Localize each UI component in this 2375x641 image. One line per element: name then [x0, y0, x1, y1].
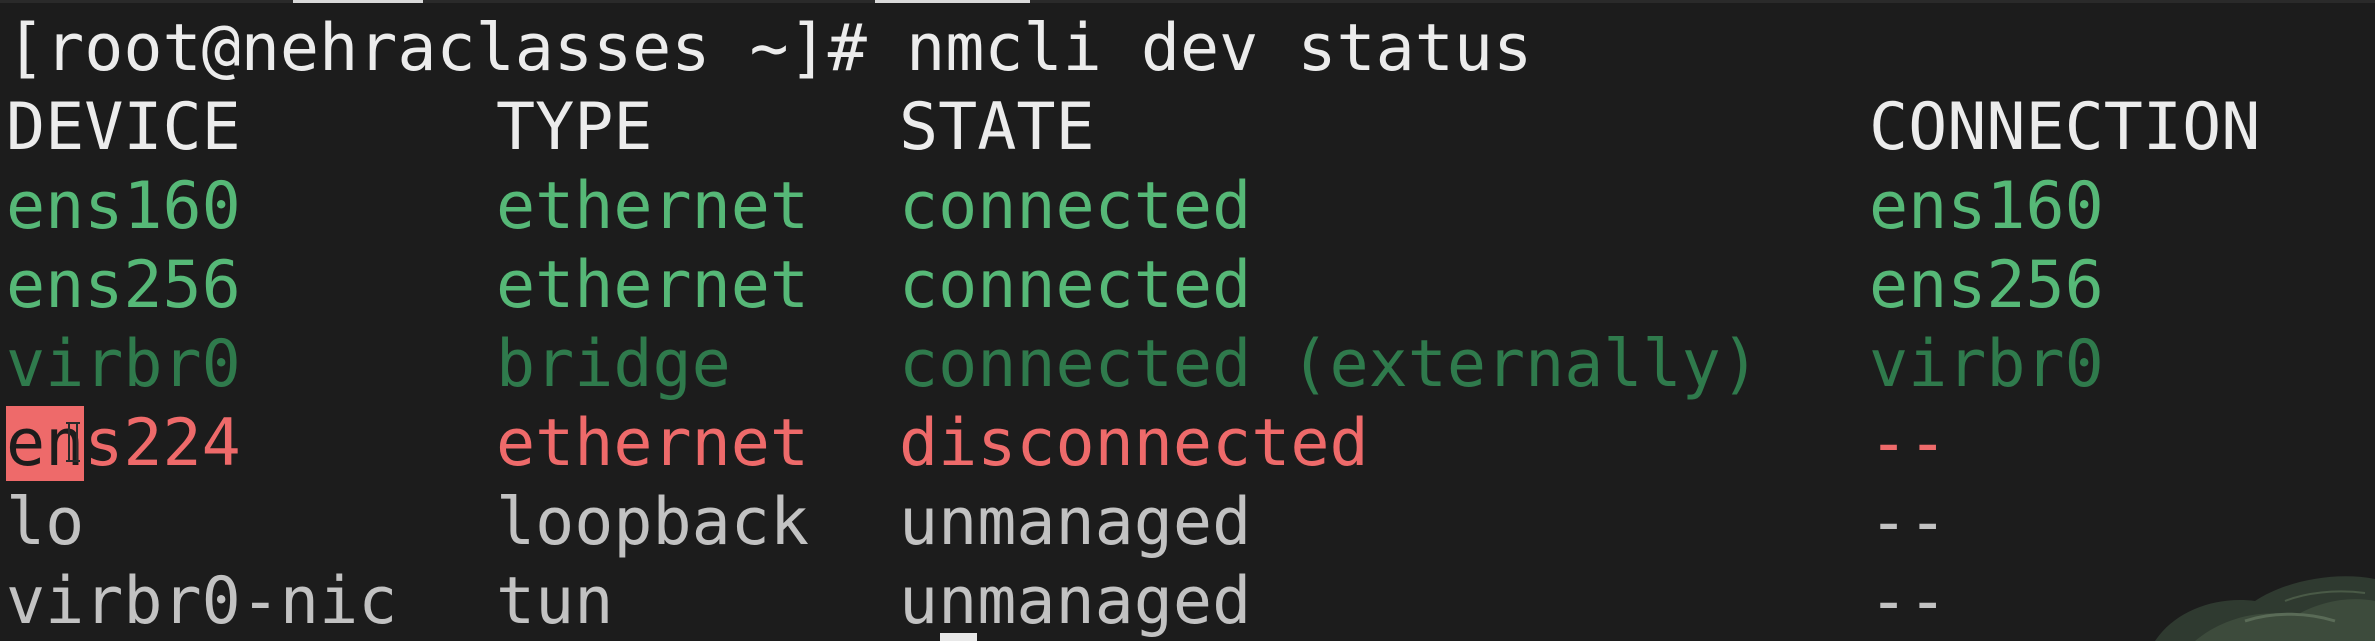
table-header: DEVICE TYPE STATE CONNECTION [6, 88, 2260, 167]
type-cell: ethernet [496, 169, 810, 244]
type-cell: ethernet [496, 248, 810, 323]
text-cursor [940, 633, 977, 641]
header-connection: CONNECTION [1869, 90, 2261, 165]
table-row: virbr0-nic tun unmanaged -- [6, 562, 1947, 641]
top-edge [0, 0, 2375, 3]
table-row: ens256 ethernet connected ens256 [6, 246, 2104, 325]
device-cell[interactable]: ens224 [6, 404, 241, 483]
connection-cell: virbr0 [1869, 327, 2104, 402]
device-cell: virbr0 [6, 327, 241, 402]
header-state: STATE [899, 90, 1095, 165]
table-row: virbr0 bridge connected (externally) vir… [6, 325, 2104, 404]
table-row: ens160 ethernet connected ens160 [6, 167, 2104, 246]
i-beam-cursor-icon [66, 422, 80, 462]
device-cell: ens256 [6, 248, 241, 323]
device-cell: ens160 [6, 169, 241, 244]
type-cell: tun [496, 564, 614, 639]
state-cell: connected [899, 248, 1252, 323]
state-cell: unmanaged [899, 485, 1252, 560]
header-device: DEVICE [6, 90, 241, 165]
type-cell: bridge [496, 327, 731, 402]
connection-cell: ens160 [1869, 169, 2104, 244]
state-cell: disconnected [899, 406, 1369, 481]
type-cell: ethernet [496, 406, 810, 481]
state-cell: unmanaged [899, 564, 1252, 639]
header-type: TYPE [496, 90, 653, 165]
connection-cell: -- [1869, 406, 1948, 481]
state-cell: connected [899, 169, 1252, 244]
connection-cell: -- [1869, 485, 1948, 560]
state-cell: connected (externally) [899, 327, 1760, 402]
top-edge-mark [875, 0, 1030, 3]
connection-cell: -- [1869, 564, 1948, 639]
table-row: lo loopback unmanaged -- [6, 483, 1947, 562]
connection-cell: ens256 [1869, 248, 2104, 323]
top-edge-mark [293, 0, 423, 3]
table-row: ens224 ethernet disconnected -- [6, 404, 1947, 483]
type-cell: loopback [496, 485, 810, 560]
plant-leaf-icon [2155, 576, 2375, 641]
terminal-window[interactable]: [root@nehraclasses ~]# nmcli dev status … [0, 0, 2375, 641]
device-cell: virbr0-nic [6, 564, 398, 639]
device-cell: lo [6, 485, 85, 560]
device-cell-rest: s224 [84, 406, 241, 481]
command-line: [root@nehraclasses ~]# nmcli dev status [6, 11, 1533, 86]
